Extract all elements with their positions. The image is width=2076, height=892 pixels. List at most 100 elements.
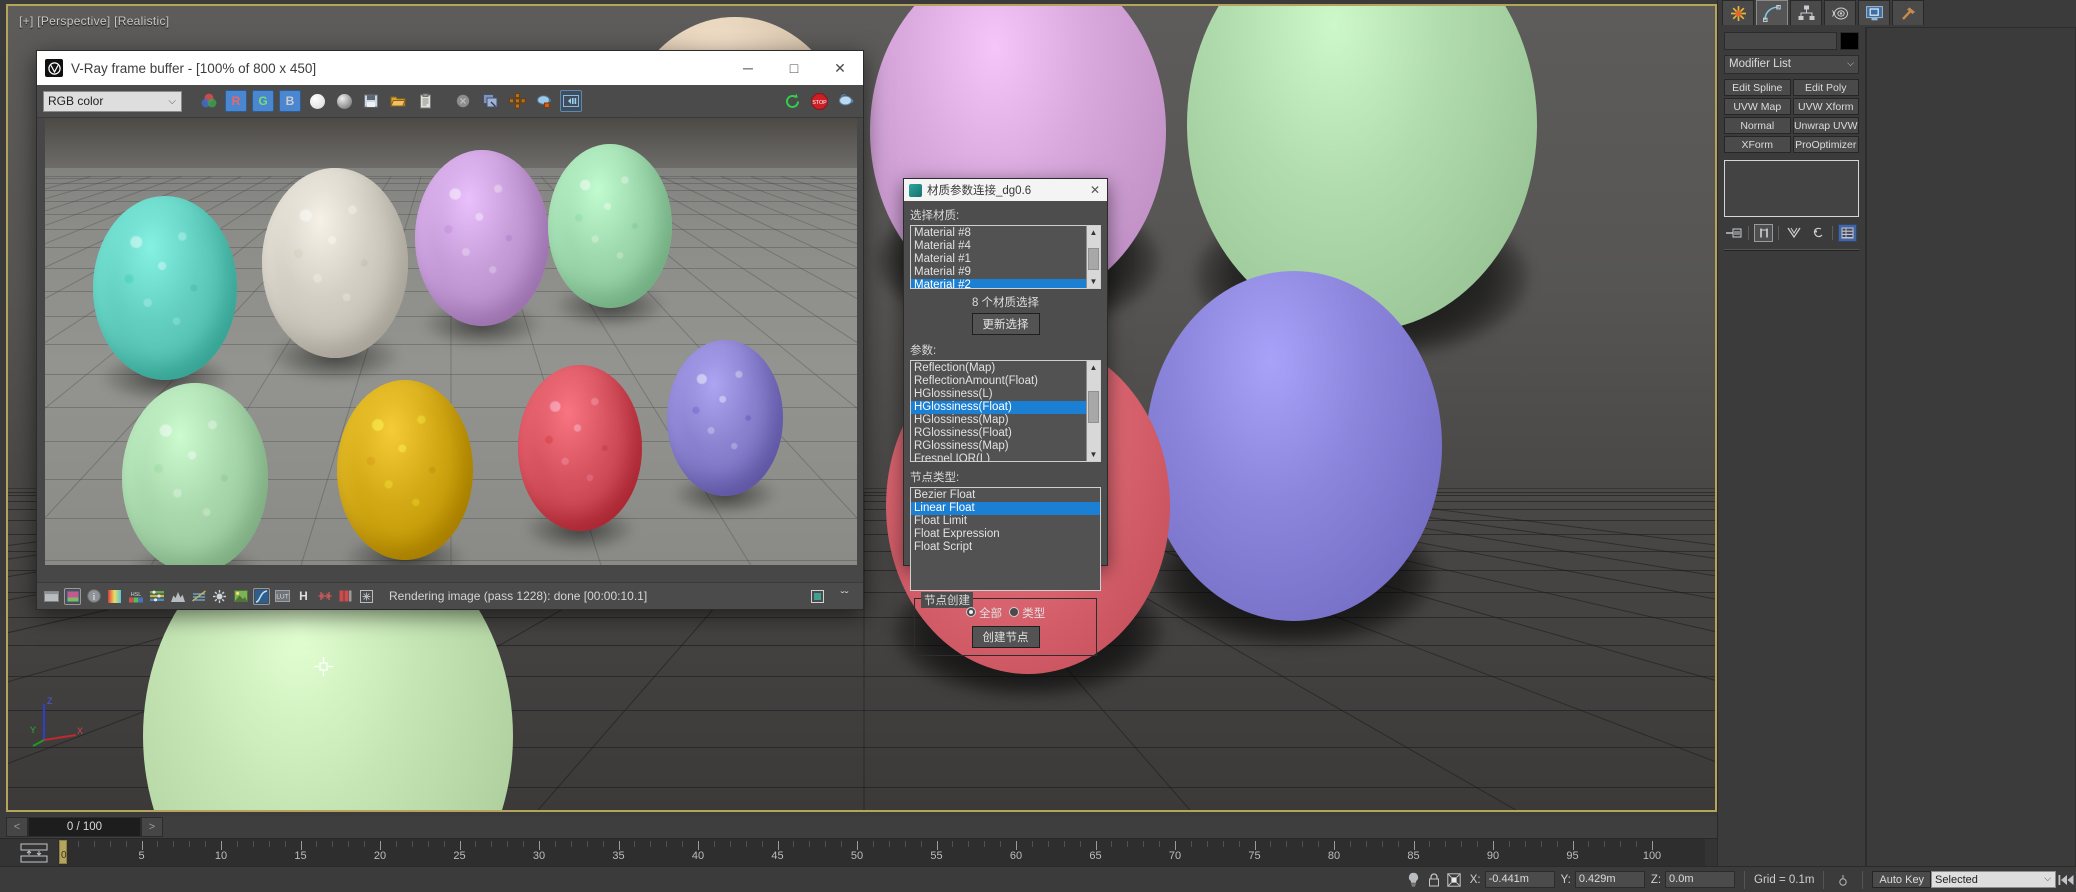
duplicate-image-button[interactable] (479, 90, 501, 112)
lut-icon[interactable]: LUT (274, 588, 291, 605)
show-end-result-icon[interactable] (1754, 224, 1773, 242)
timeline-ruler[interactable]: 0 5 10 15 20 25 30 35 40 45 50 55 60 65 70 75 80 85 90 95 10… (0, 838, 1717, 867)
scroll-thumb[interactable] (1088, 248, 1099, 270)
next-frame-button[interactable]: > (141, 817, 163, 837)
vfb-close-button[interactable]: ✕ (817, 51, 863, 85)
auto-key-button[interactable]: Auto Key (1872, 871, 1932, 888)
parameter-item[interactable]: Fresnel IOR(L) (911, 453, 1086, 461)
modifier-button-edit-poly[interactable]: Edit Poly (1792, 79, 1859, 96)
material-list-items[interactable]: Material #8 Material #4 Material #1 Materia… (911, 226, 1086, 288)
vfb-titlebar[interactable]: V-Ray frame buffer - [100% of 800 x 450]… (37, 51, 863, 85)
save-image-icon[interactable] (64, 587, 81, 605)
clear-image-button[interactable] (452, 90, 474, 112)
timeline-track[interactable]: 0 5 10 15 20 25 30 35 40 45 50 55 60 65 70 75 80 85 90 95 10… (58, 839, 1705, 867)
viewport-label[interactable]: [+] [Perspective] [Realistic] (19, 14, 169, 28)
add-time-tag-icon[interactable] (1833, 871, 1853, 889)
modifier-button-grid[interactable]: Edit Spline Edit Poly UVW Map UVW Xform Norm… (1724, 79, 1859, 153)
channel-select[interactable]: RGB color ⌵ (43, 90, 182, 112)
parameter-item[interactable]: RGlossiness(Float) (911, 427, 1086, 440)
exposure-icon[interactable] (190, 588, 207, 605)
parameter-item[interactable]: ReflectionAmount(Float) (911, 375, 1086, 388)
vray-frame-buffer-window[interactable]: V-Ray frame buffer - [100% of 800 x 450]… (36, 50, 864, 610)
vfb-maximize-button[interactable]: □ (771, 51, 817, 85)
save-image-button[interactable] (360, 90, 382, 112)
hierarchy-tab[interactable] (1790, 0, 1822, 25)
make-unique-icon[interactable] (1784, 224, 1803, 242)
color-ramp-icon[interactable] (106, 588, 123, 605)
green-channel-button[interactable]: G (252, 90, 274, 112)
refresh-render-button[interactable] (781, 90, 803, 112)
modifier-button-normal[interactable]: Normal (1724, 117, 1791, 134)
command-panel-tabs[interactable] (1718, 0, 2076, 27)
frame-navigation-bar[interactable]: < 0 / 100 > (6, 816, 1717, 838)
bloom-glare-icon[interactable] (337, 588, 354, 605)
prev-frame-button[interactable]: < (6, 817, 28, 837)
modifier-stack[interactable] (1724, 160, 1859, 217)
y-coord-field[interactable]: 0.429m (1574, 871, 1645, 888)
node-type-list-items[interactable]: Bezier Float Linear Float Float Limit Float… (911, 488, 1100, 590)
parameters-listbox[interactable]: Reflection(Map) ReflectionAmount(Float) HG… (910, 360, 1101, 462)
stamp-icon[interactable] (809, 588, 826, 605)
modifier-button-edit-spline[interactable]: Edit Spline (1724, 79, 1791, 96)
sphere-purple[interactable] (1146, 271, 1442, 621)
parameter-list-items[interactable]: Reflection(Map) ReflectionAmount(Float) HG… (911, 361, 1086, 461)
parameters-scrollbar[interactable]: ▲ ▼ (1086, 361, 1100, 461)
monochrome-button[interactable] (333, 90, 355, 112)
material-item[interactable]: Material #4 (911, 240, 1086, 253)
red-channel-button[interactable]: R (225, 90, 247, 112)
radio-type[interactable]: 类型 (1009, 605, 1045, 621)
pin-stack-icon[interactable] (1724, 224, 1743, 242)
modifier-list-dropdown[interactable]: Modifier List ⌵ (1724, 55, 1859, 74)
hsl-icon[interactable]: HSL (127, 588, 144, 605)
material-listbox[interactable]: Material #8 Material #4 Material #1 Materia… (910, 225, 1101, 289)
frame-counter[interactable]: 0 / 100 (28, 817, 141, 837)
time-slider-handle[interactable]: 0 (59, 840, 67, 864)
denoise-icon[interactable] (358, 588, 375, 605)
material-item[interactable]: Material #9 (911, 266, 1086, 279)
blue-channel-button[interactable]: B (279, 90, 301, 112)
render-button[interactable] (835, 90, 857, 112)
scroll-thumb[interactable] (1088, 391, 1099, 423)
scroll-up-icon[interactable]: ▲ (1087, 361, 1100, 374)
modifier-button-uvw-map[interactable]: UVW Map (1724, 98, 1791, 115)
info-icon[interactable]: i (85, 588, 102, 605)
curve-histogram-icon[interactable] (169, 588, 186, 605)
lock-selection-icon[interactable] (1424, 871, 1444, 889)
create-node-button[interactable]: 创建节点 (971, 626, 1040, 648)
configure-sets-icon[interactable] (1838, 224, 1857, 242)
radio-all[interactable]: 全部 (965, 605, 1002, 621)
go-to-start-icon[interactable] (2056, 871, 2076, 889)
node-type-item[interactable]: Bezier Float (911, 489, 1100, 502)
key-filters-icon[interactable] (14, 843, 54, 863)
create-tab[interactable] (1722, 0, 1754, 25)
parameter-item[interactable]: Reflection(Map) (911, 362, 1086, 375)
scroll-up-icon[interactable]: ▲ (1087, 226, 1100, 239)
hint-icon[interactable] (1404, 871, 1424, 889)
object-name-field[interactable] (1724, 32, 1837, 50)
utilities-tab[interactable] (1892, 0, 1924, 25)
curve-icon[interactable] (253, 587, 270, 605)
remove-modifier-icon[interactable] (1808, 224, 1827, 242)
material-param-connect-dialog[interactable]: 材质参数连接_dg0.6 ✕ 选择材质: Material #8 Material… (903, 178, 1108, 656)
node-type-listbox[interactable]: Bezier Float Linear Float Float Limit Float… (910, 487, 1101, 591)
modifier-button-unwrap-uvw[interactable]: Unwrap UVW (1792, 117, 1859, 134)
status-bar-tools[interactable]: X: -0.441m Y: 0.429m Z: 0.0m Grid = 0.1m… (1404, 870, 2076, 889)
update-selection-button[interactable]: 更新选择 (971, 313, 1040, 335)
material-dialog-close-button[interactable]: ✕ (1087, 182, 1103, 198)
node-type-item[interactable]: Float Script (911, 541, 1100, 554)
parameter-item[interactable]: RGlossiness(Map) (911, 440, 1086, 453)
material-item[interactable]: Material #1 (911, 253, 1086, 266)
scroll-down-icon[interactable]: ▼ (1087, 448, 1100, 461)
modifier-button-prooptimizer[interactable]: ProOptimizer (1792, 136, 1859, 153)
modifier-button-xform[interactable]: XForm (1724, 136, 1791, 153)
sharpen-icon[interactable] (316, 588, 333, 605)
display-tab[interactable] (1858, 0, 1890, 25)
render-last-icon[interactable] (533, 90, 555, 112)
absolute-relative-icon[interactable] (1444, 871, 1464, 889)
node-type-item[interactable]: Float Expression (911, 528, 1100, 541)
color-corrections-icon[interactable] (198, 90, 220, 112)
open-image-button[interactable] (387, 90, 409, 112)
background-image-icon[interactable] (232, 588, 249, 605)
material-dialog-titlebar[interactable]: 材质参数连接_dg0.6 ✕ (904, 179, 1107, 201)
material-item[interactable]: Material #8 (911, 227, 1086, 240)
